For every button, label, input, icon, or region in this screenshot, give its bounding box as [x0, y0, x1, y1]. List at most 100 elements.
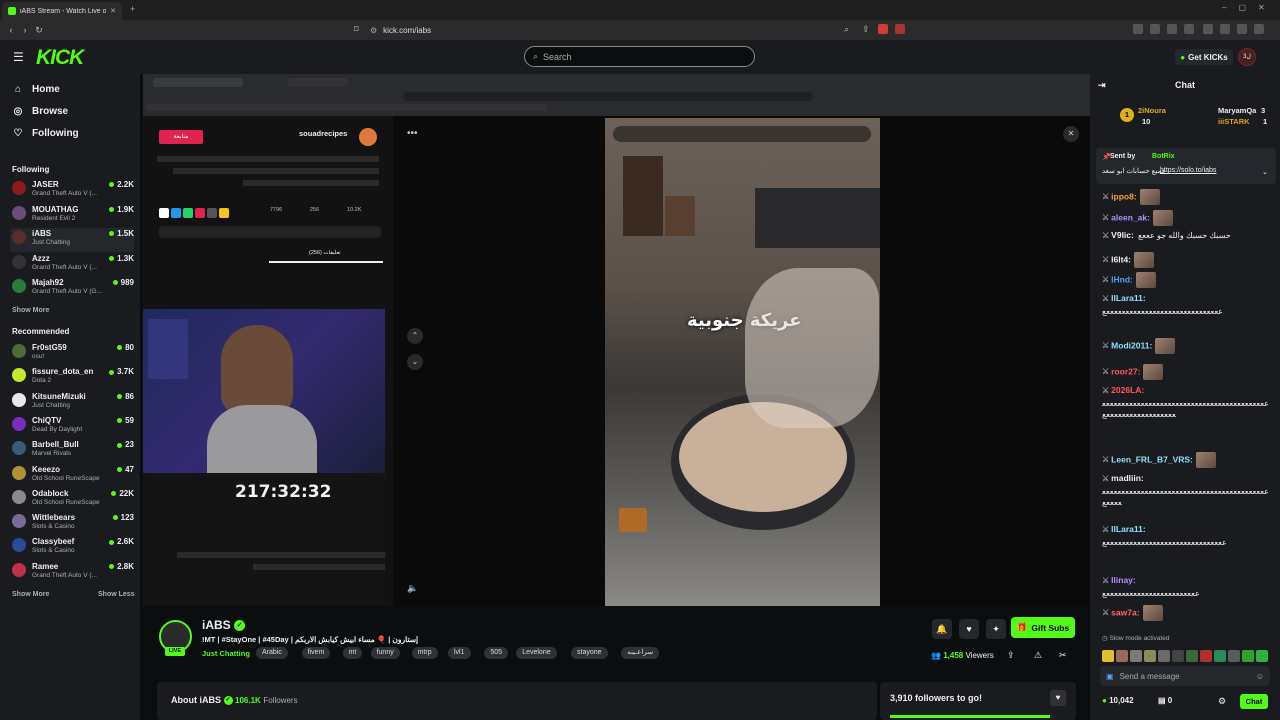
clip-icon[interactable]: ✂: [1059, 650, 1067, 661]
chat-message[interactable]: ⚔ llLara11:: [1102, 524, 1146, 534]
chat-message[interactable]: ⚔ saw7a:: [1102, 605, 1163, 621]
chat-message[interactable]: ⚔ aleen_ak:: [1102, 210, 1173, 226]
show-more-following[interactable]: Show More: [12, 307, 49, 314]
sidebar-channel-barbell_bull[interactable]: Barbell_Bull Marvel Rivals 23: [10, 439, 134, 463]
tag-chip[interactable]: 505: [484, 647, 509, 659]
chat-message[interactable]: ⚔ roor27:: [1102, 364, 1164, 380]
close-tab-icon[interactable]: ✕: [110, 7, 116, 15]
tag-chip[interactable]: mt: [342, 647, 363, 659]
forward-icon[interactable]: ›: [18, 25, 32, 35]
more-options-button[interactable]: ✦: [986, 619, 1006, 639]
pinned-link[interactable]: https://solo.to/iabs: [1160, 167, 1216, 174]
kicks-balance[interactable]: ● 10,042: [1102, 696, 1134, 705]
tag-chip[interactable]: funny: [370, 647, 400, 659]
show-more-recommended[interactable]: Show More: [12, 591, 49, 598]
sidebar-channel-majah92[interactable]: Majah92 Grand Theft Auto V (G... 989: [10, 277, 134, 301]
emote-icon[interactable]: [1186, 649, 1198, 662]
emote-icon[interactable]: [1172, 649, 1184, 662]
emote-icon[interactable]: [1158, 649, 1170, 662]
channel-name[interactable]: iABS ✓: [202, 618, 246, 632]
back-icon[interactable]: ‹: [4, 25, 18, 35]
extension-icon[interactable]: [1184, 24, 1194, 34]
tag-chip[interactable]: Levelone: [516, 647, 557, 659]
tag-chip[interactable]: stayone: [571, 647, 608, 659]
chat-message[interactable]: ⚔ lHnd:: [1102, 272, 1156, 288]
category-link[interactable]: Just Chatting: [202, 649, 250, 658]
extension-icon[interactable]: [1133, 24, 1143, 34]
sidebar-channel-chiqtv[interactable]: ChiQTV Dead By Daylight 59: [10, 415, 134, 439]
tag-chip[interactable]: Arabic: [256, 647, 288, 659]
sidebar-home[interactable]: ⌂ Home: [12, 84, 60, 95]
new-tab-icon[interactable]: +: [130, 4, 135, 14]
emote-icon[interactable]: [1130, 649, 1142, 662]
sidebar-channel-kitsunemizuki[interactable]: KitsuneMizuki Just Chatting 86: [10, 391, 134, 415]
sidebar-channel-jaser[interactable]: JASER Grand Theft Auto V (... 2.2K: [10, 179, 134, 203]
sidebar-channel-fr0stg59[interactable]: Fr0stG59 osu! 80: [10, 342, 134, 366]
tag-chip[interactable]: lvl1: [448, 647, 471, 659]
tag-chip[interactable]: سراعـينه: [621, 647, 660, 659]
sidebar-channel-azzz[interactable]: Azzz Grand Theft Auto V (... 1.3K: [10, 253, 134, 277]
emote-icon[interactable]: [1144, 649, 1156, 662]
video-player[interactable]: متابعة souadrecipes 7796 256 10.2K (256)…: [143, 74, 1090, 606]
share-icon[interactable]: ⇪: [1007, 650, 1015, 661]
notification-button[interactable]: 🔔: [932, 619, 952, 639]
chat-username[interactable]: roor27:: [1111, 366, 1140, 376]
chat-message[interactable]: ⚔ V9lic:: [1102, 230, 1134, 240]
gift-counter[interactable]: ▤ 0: [1158, 696, 1172, 705]
tag-chip[interactable]: fivem: [301, 647, 331, 659]
emote-icon[interactable]: [1200, 649, 1212, 662]
emote-icon[interactable]: [1102, 649, 1114, 662]
chat-username[interactable]: l6lt4:: [1111, 254, 1131, 264]
extension-icon[interactable]: [1220, 24, 1230, 34]
extension-icon[interactable]: [1254, 24, 1264, 34]
address-bar[interactable]: ⚙ kick.com/iabs: [370, 23, 910, 37]
sidebar-browse[interactable]: ◎ Browse: [12, 106, 69, 117]
pinned-message[interactable]: 📌 Sent by BotRix جميع حسابات ابو سعد htt…: [1096, 148, 1276, 184]
extension-icon[interactable]: [1203, 24, 1213, 34]
sidebar-channel-mouathag[interactable]: MOUATHAG Resident Evil 2 1.9K: [10, 204, 134, 228]
settings-gear-icon[interactable]: ⚙: [1218, 696, 1226, 707]
emote-icon[interactable]: [1228, 649, 1240, 662]
menu-icon[interactable]: ☰: [13, 50, 24, 64]
extension-icon[interactable]: [878, 24, 888, 34]
tag-chip[interactable]: mtrp: [411, 647, 438, 659]
sidebar-channel-wittlebears[interactable]: Wittlebears Slots & Casino 123: [10, 512, 134, 536]
follow-button[interactable]: ♥: [959, 619, 979, 639]
kick-logo[interactable]: KICK: [36, 46, 84, 70]
chat-username[interactable]: llLara11:: [1111, 524, 1146, 534]
site-info-icon[interactable]: ⚙: [370, 26, 377, 35]
emote-icon[interactable]: [1256, 649, 1268, 662]
search-input[interactable]: ⌕ Search: [524, 46, 755, 67]
share-icon[interactable]: ⇪: [862, 24, 870, 35]
sidebar-channel-ramee[interactable]: Ramee Grand Theft Auto V (... 2.8K: [10, 561, 134, 585]
chat-username[interactable]: aleen_ak:: [1111, 212, 1150, 222]
report-icon[interactable]: ⚠: [1034, 650, 1042, 661]
chat-username[interactable]: llLara11:: [1111, 293, 1146, 303]
sidebar-channel-iabs[interactable]: iABS Just Chatting 1.5K: [10, 228, 134, 252]
chat-message[interactable]: ⚔ Modi2011:: [1102, 338, 1176, 354]
chat-username[interactable]: Modi2011:: [1111, 340, 1152, 350]
chat-message[interactable]: ⚔ Leen_FRL_B7_VRS:: [1102, 452, 1216, 468]
chat-username[interactable]: llinay:: [1111, 575, 1136, 585]
chat-message[interactable]: ⚔ llinay:: [1102, 575, 1136, 585]
sidebar-channel-odablock[interactable]: Odablock Old School RuneScape 22K: [10, 488, 134, 512]
extension-icon[interactable]: [895, 24, 905, 34]
chat-message[interactable]: ⚔ ippo8:: [1102, 189, 1160, 205]
chat-username[interactable]: V9lic:: [1111, 230, 1134, 240]
chat-username[interactable]: Leen_FRL_B7_VRS:: [1111, 454, 1193, 464]
chat-username[interactable]: 2026LA:: [1111, 385, 1144, 395]
gift-subs-button[interactable]: 🎁 Gift Subs: [1011, 617, 1075, 638]
chat-username[interactable]: madliin:: [1111, 473, 1144, 483]
reload-icon[interactable]: ↻: [32, 25, 46, 36]
browser-tab[interactable]: iABS Stream - Watch Live on Kick ✕: [2, 2, 122, 20]
chat-message[interactable]: ⚔ madliin:: [1102, 473, 1144, 483]
chat-message[interactable]: ⚔ 2026LA:: [1102, 385, 1144, 395]
chat-input[interactable]: ▣ Send a message ☺: [1100, 666, 1270, 686]
emote-icon[interactable]: [1214, 649, 1226, 662]
emoji-icon[interactable]: ☺: [1256, 672, 1264, 681]
chevron-down-icon[interactable]: ⌄: [1262, 168, 1268, 176]
bookmark-icon[interactable]: ⌑: [354, 24, 359, 35]
chat-message[interactable]: ⚔ llLara11:: [1102, 293, 1146, 303]
zoom-icon[interactable]: ⌕: [844, 24, 849, 35]
send-chat-button[interactable]: Chat: [1240, 694, 1268, 709]
